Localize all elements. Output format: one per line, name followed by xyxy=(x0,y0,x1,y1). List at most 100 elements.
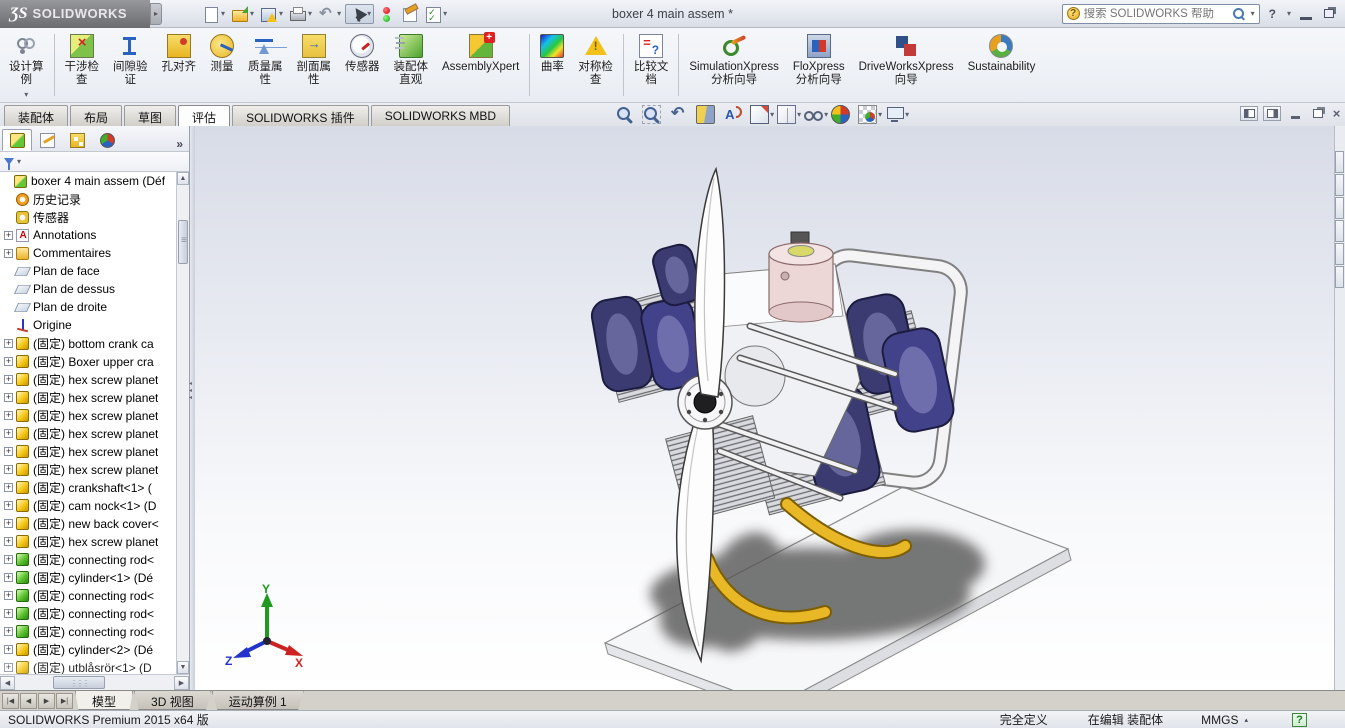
tree-item[interactable]: + (固定) cylinder<1> (Dé xyxy=(0,568,176,586)
tree-item[interactable]: + (固定) Boxer upper cra xyxy=(0,352,176,370)
tree-horizontal-scrollbar[interactable]: ◀ ▶ xyxy=(0,674,189,690)
dropdown-caret-icon[interactable]: ▾ xyxy=(250,9,254,18)
tree-item[interactable]: + Plan de face xyxy=(0,262,176,280)
ribbon-separator[interactable] xyxy=(623,34,624,96)
tree-item[interactable]: + (固定) cylinder<2> (Dé xyxy=(0,640,176,658)
collapse-pane-left-button[interactable] xyxy=(1240,106,1258,121)
expand-icon[interactable]: + xyxy=(4,465,13,474)
expand-icon[interactable]: + xyxy=(4,609,13,618)
tree-item[interactable]: + Origine xyxy=(0,316,176,334)
tree-item[interactable]: + 传感器 xyxy=(0,208,176,226)
view-orientation-icon[interactable]: ▾ xyxy=(750,105,775,124)
dropdown-caret-icon[interactable]: ▾ xyxy=(905,110,909,119)
next-tab-icon[interactable]: ▶ xyxy=(38,693,55,709)
search-icon[interactable] xyxy=(1232,7,1245,20)
tree-item[interactable]: + (固定) cam nock<1> (D xyxy=(0,496,176,514)
expand-icon[interactable]: + xyxy=(4,429,13,438)
help-caret-icon[interactable]: ▾ xyxy=(1287,9,1291,18)
curvature-button[interactable]: 曲率▾ xyxy=(533,31,571,90)
tree-item[interactable]: + (固定) utblåsrör<1> (D xyxy=(0,658,176,674)
dropdown-caret-icon[interactable]: ▾ xyxy=(770,110,774,119)
zoom-to-fit-icon[interactable]: ▾ xyxy=(615,105,640,124)
expand-icon[interactable]: + xyxy=(4,663,13,672)
document-minimize-button[interactable] xyxy=(1286,106,1304,121)
undo-button[interactable]: ▾ xyxy=(316,5,343,23)
tab-layout[interactable]: 布局 xyxy=(70,105,122,126)
annotation-view-icon[interactable]: ▾ xyxy=(723,105,748,124)
scrollbar-thumb[interactable] xyxy=(178,220,188,264)
assembly-xpert-button[interactable]: AssemblyXpert▾ xyxy=(435,31,526,90)
scroll-right-icon[interactable]: ▶ xyxy=(174,676,189,690)
scroll-down-icon[interactable]: ▼ xyxy=(177,661,189,674)
new-document-button[interactable]: ▾ xyxy=(200,5,227,23)
help-button[interactable]: ? xyxy=(1266,7,1279,21)
last-tab-icon[interactable]: ▶| xyxy=(56,693,73,709)
ribbon-separator[interactable] xyxy=(54,34,55,96)
apply-scene-icon[interactable]: ▾ xyxy=(858,105,883,124)
expand-icon[interactable]: + xyxy=(4,627,13,636)
collapse-pane-right-button[interactable] xyxy=(1263,106,1281,121)
panel-tabs-overflow-icon[interactable]: » xyxy=(172,137,187,151)
prev-tab-icon[interactable]: ◀ xyxy=(20,693,37,709)
file-properties-button[interactable]: ▾ xyxy=(399,5,420,23)
driveworksxpress-wizard-button[interactable]: DriveWorksXpress 向导▾ xyxy=(852,31,961,103)
symmetry-check-button[interactable]: 对称检 查▾ xyxy=(571,31,620,103)
dropdown-caret-icon[interactable]: ▾ xyxy=(24,88,28,101)
document-close-button[interactable] xyxy=(1332,106,1341,121)
tab-assembly[interactable]: 装配体 xyxy=(4,105,68,126)
zoom-to-area-icon[interactable]: ▾ xyxy=(642,105,667,124)
search-caret-icon[interactable]: ▾ xyxy=(1251,9,1255,18)
tree-item[interactable]: + (固定) hex screw planet xyxy=(0,406,176,424)
scrollbar-thumb[interactable] xyxy=(53,676,105,689)
open-button[interactable]: ▾ xyxy=(229,5,256,23)
expand-icon[interactable]: + xyxy=(4,519,13,528)
hide-show-items-icon[interactable]: ▾ xyxy=(804,105,829,124)
sensor-button[interactable]: 传感器▾ xyxy=(338,31,387,90)
tab-sketch[interactable]: 草图 xyxy=(124,105,176,126)
tree-vertical-scrollbar[interactable]: ▲ ▼ xyxy=(176,172,189,674)
options-button[interactable]: ▾ xyxy=(422,5,449,23)
floxpress-wizard-button[interactable]: FloXpress 分析向导▾ xyxy=(786,31,852,103)
tree-item[interactable]: + (固定) hex screw planet xyxy=(0,370,176,388)
featuremanager-tab[interactable] xyxy=(2,129,32,151)
previous-view-icon[interactable]: ▾ xyxy=(669,105,694,124)
expand-icon[interactable]: + xyxy=(4,447,13,456)
sustainability-button[interactable]: Sustainability▾ xyxy=(961,31,1043,90)
hole-alignment-button[interactable]: 孔对齐▾ xyxy=(155,31,204,90)
ribbon-separator[interactable] xyxy=(678,34,679,96)
section-view-icon[interactable]: ▾ xyxy=(696,105,721,124)
save-button[interactable]: ▾ xyxy=(258,5,285,23)
assembly-visualization-button[interactable]: 装配体 直观▾ xyxy=(387,31,436,103)
document-restore-button[interactable] xyxy=(1309,106,1327,121)
expand-icon[interactable]: + xyxy=(4,555,13,564)
model-tab[interactable]: 模型 xyxy=(75,691,133,710)
expand-icon[interactable]: + xyxy=(4,645,13,654)
design-study-button[interactable]: 设计算 例▾ xyxy=(2,31,51,103)
tree-item[interactable]: + (固定) connecting rod< xyxy=(0,604,176,622)
model-carburetor[interactable] xyxy=(769,232,833,322)
tree-item[interactable]: + (固定) connecting rod< xyxy=(0,550,176,568)
dropdown-caret-icon[interactable]: ▾ xyxy=(337,9,341,18)
search-input[interactable] xyxy=(1084,8,1228,20)
tree-item[interactable]: + Plan de dessus xyxy=(0,280,176,298)
expand-icon[interactable]: + xyxy=(4,249,13,258)
filter-caret-icon[interactable]: ▾ xyxy=(17,157,21,166)
tab-solidworks-mbd[interactable]: SOLIDWORKS MBD xyxy=(371,105,510,126)
expand-icon[interactable]: + xyxy=(4,357,13,366)
expand-icon[interactable]: + xyxy=(4,231,13,240)
tree-item[interactable]: + (固定) hex screw planet xyxy=(0,532,176,550)
dropdown-caret-icon[interactable]: ▾ xyxy=(308,9,312,18)
section-properties-button[interactable]: 剖面属 性▾ xyxy=(290,31,339,103)
tree-root-item[interactable]: + boxer 4 main assem (Déf xyxy=(0,172,176,190)
displaymanager-tab[interactable] xyxy=(92,129,122,151)
tree-item[interactable]: + (固定) hex screw planet xyxy=(0,424,176,442)
dropdown-caret-icon[interactable]: ▾ xyxy=(878,110,882,119)
interference-check-button[interactable]: 干涉检 查▾ xyxy=(58,31,107,103)
ribbon-separator[interactable] xyxy=(529,34,530,96)
tab-evaluate[interactable]: 评估 xyxy=(178,105,230,126)
expand-icon[interactable]: + xyxy=(4,339,13,348)
expand-icon[interactable]: + xyxy=(4,483,13,492)
tree-item[interactable]: + 历史记录 xyxy=(0,190,176,208)
restore-button[interactable] xyxy=(1321,7,1337,21)
expand-icon[interactable]: + xyxy=(4,573,13,582)
